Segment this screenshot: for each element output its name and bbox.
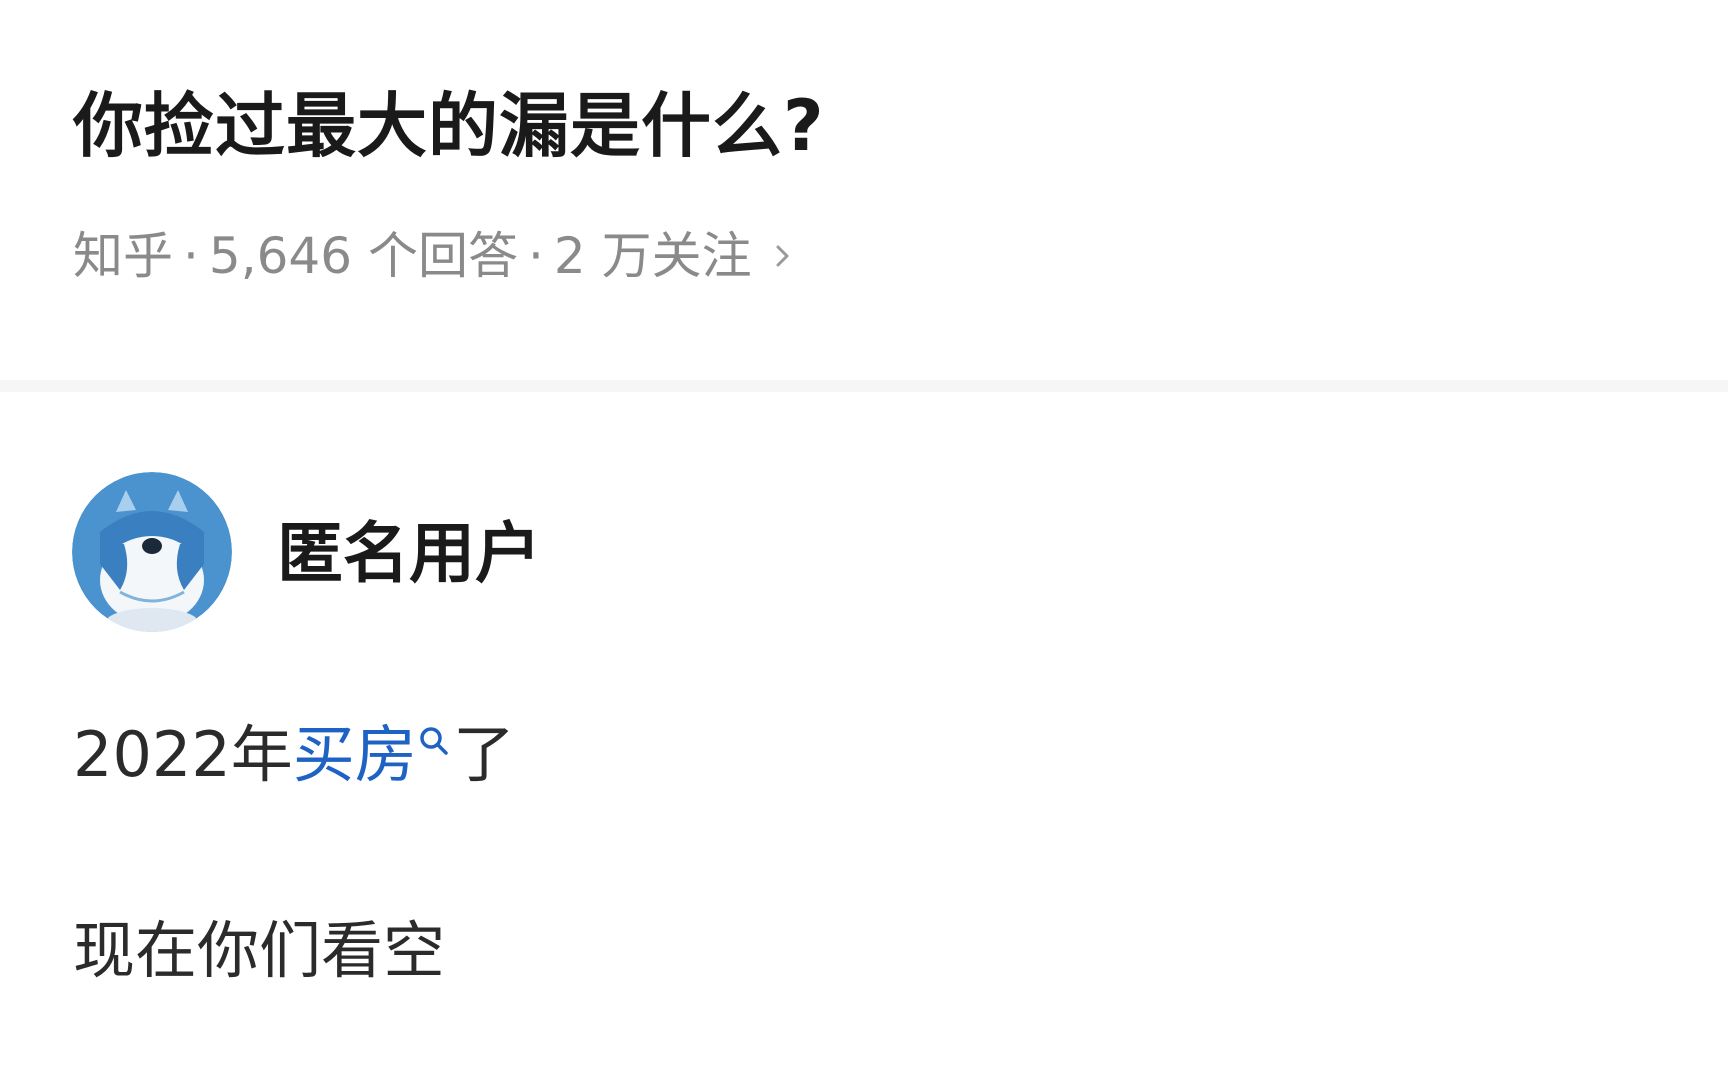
answer-count: 5,646 个回答 (208, 227, 518, 285)
page: 你捡过最大的漏是什么? 知乎 · 5,646 个回答 · 2 万关注 匿名用户 … (0, 0, 1728, 1080)
question-title[interactable]: 你捡过最大的漏是什么? (73, 84, 825, 168)
chevron-right-icon[interactable] (774, 243, 792, 269)
answer-line-1: 2022年买房了 (73, 718, 515, 792)
source-label: 知乎 (73, 227, 173, 285)
answer-text-prefix: 2022年 (73, 718, 293, 791)
anonymous-avatar-icon[interactable] (72, 472, 232, 632)
question-card[interactable]: 你捡过最大的漏是什么? 知乎 · 5,646 个回答 · 2 万关注 (0, 0, 1728, 380)
search-icon[interactable] (417, 724, 451, 764)
section-divider (0, 380, 1728, 392)
search-keyword-link[interactable]: 买房 (293, 718, 453, 791)
follow-count: 2 万关注 (553, 227, 752, 285)
meta-separator: · (183, 227, 199, 285)
answer-line-2: 现在你们看空 (73, 914, 446, 987)
question-meta[interactable]: 知乎 · 5,646 个回答 · 2 万关注 (73, 226, 792, 286)
meta-separator: · (527, 227, 544, 285)
author-name[interactable]: 匿名用户 (277, 514, 541, 593)
search-keyword[interactable]: 买房 (293, 718, 417, 791)
answer-text-suffix: 了 (452, 718, 515, 791)
